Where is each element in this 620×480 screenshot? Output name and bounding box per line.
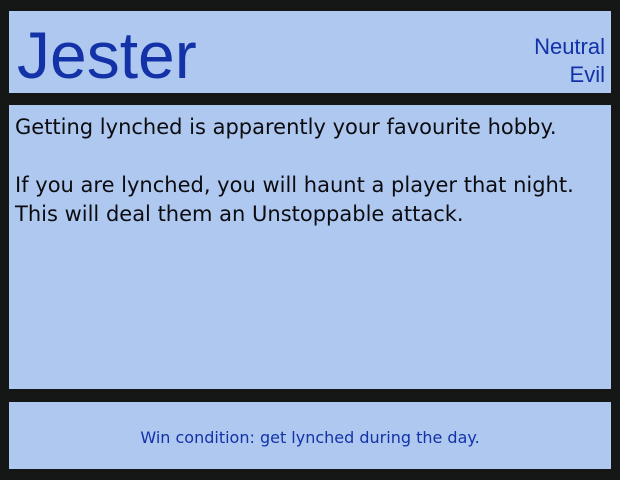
role-name: Jester [17, 18, 197, 92]
alignment-faction: Neutral [534, 34, 605, 59]
role-card: Jester Neutral Evil Getting lynched is a… [0, 0, 620, 480]
alignment-subtype: Evil [569, 62, 605, 87]
role-description-panel: Getting lynched is apparently your favou… [9, 105, 611, 389]
win-condition-panel: Win condition: get lynched during the da… [9, 402, 611, 469]
role-header: Jester Neutral Evil [9, 11, 611, 93]
role-alignment: Neutral Evil [534, 33, 605, 89]
role-description: Getting lynched is apparently your favou… [15, 113, 607, 258]
description-paragraph: Getting lynched is apparently your favou… [15, 115, 557, 139]
win-condition-text: Win condition: get lynched during the da… [140, 428, 480, 447]
description-paragraph: If you are lynched, you will haunt a pla… [15, 173, 574, 226]
